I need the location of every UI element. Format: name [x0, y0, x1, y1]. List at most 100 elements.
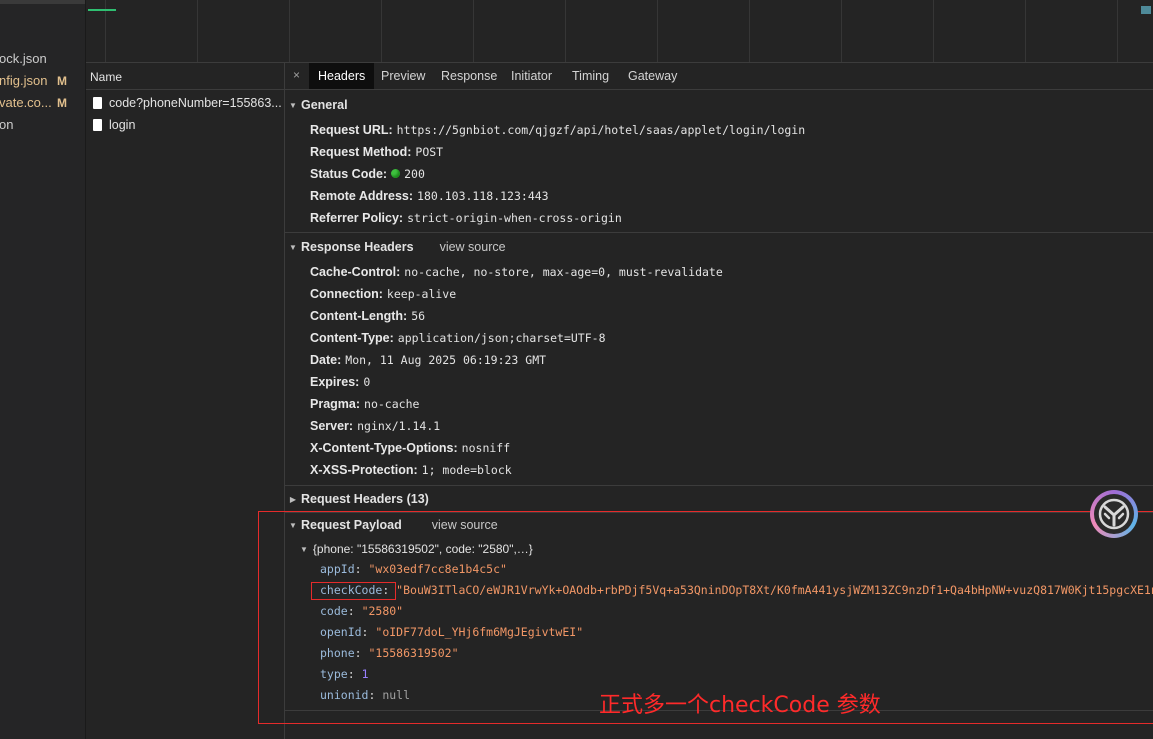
request-row[interactable]: login — [86, 114, 284, 136]
response-header-row: X-XSS-Protection: 1; mode=block — [310, 459, 512, 481]
response-header-row: Cache-Control: no-cache, no-store, max-ag… — [310, 261, 723, 283]
header-value: nginx/1.14.1 — [357, 419, 441, 433]
payload-field: appId: "wx03edf7cc8e1b4c5c" — [320, 562, 507, 576]
general-section-header[interactable]: ▼ General — [285, 94, 1153, 116]
response-header-row: Pragma: no-cache — [310, 393, 419, 415]
header-key: Connection: — [310, 287, 383, 301]
response-headers-section-header[interactable]: ▼ Response Headers view source — [285, 236, 1153, 258]
payload-key: phone — [320, 646, 355, 660]
payload-value: "wx03edf7cc8e1b4c5c" — [368, 562, 507, 576]
header-key: Request Method: — [310, 145, 412, 159]
header-key: Referrer Policy: — [310, 211, 404, 225]
collapse-triangle-icon: ▼ — [289, 521, 297, 530]
tab-headers[interactable]: Headers — [309, 63, 375, 89]
payload-value: 1 — [361, 667, 369, 681]
section-divider — [285, 232, 1153, 233]
general-row: Status Code: 200 — [310, 163, 425, 185]
document-icon — [93, 97, 102, 109]
tab-timing[interactable]: Timing — [563, 63, 618, 89]
collapse-triangle-icon: ▼ — [300, 545, 308, 554]
request-row[interactable]: code?phoneNumber=155863... — [86, 92, 284, 114]
header-value: keep-alive — [386, 287, 457, 301]
payload-value: "2580" — [361, 604, 404, 618]
annotation-note: 正式多一个checkCode 参数 — [599, 693, 881, 718]
app-logo-icon[interactable] — [1090, 490, 1138, 538]
payload-key: appId — [320, 562, 355, 576]
tab-initiator[interactable]: Initiator — [502, 63, 561, 89]
payload-field: phone: "15586319502" — [320, 646, 459, 660]
general-row: Request URL: https://5gnbiot.com/qjgzf/ap… — [310, 119, 805, 141]
payload-key: unionid — [320, 688, 369, 702]
expand-triangle-icon: ▶ — [289, 495, 297, 504]
response-header-row: X-Content-Type-Options: nosniff — [310, 437, 510, 459]
payload-summary-text: {phone: "15586319502", code: "2580",…} — [312, 542, 533, 556]
view-source-link[interactable]: view source — [432, 518, 498, 532]
header-value: 180.103.118.123:443 — [417, 189, 549, 203]
header-key: Content-Length: — [310, 309, 408, 323]
file-item[interactable]: ock.json — [0, 49, 84, 69]
response-header-row: Content-Length: 56 — [310, 305, 425, 327]
header-value: application/json;charset=UTF-8 — [397, 331, 606, 345]
payload-field: unionid: null — [320, 688, 411, 702]
section-title: Request Payload — [301, 518, 402, 532]
payload-value: "15586319502" — [368, 646, 459, 660]
response-header-row: Date: Mon, 11 Aug 2025 06:19:23 GMT — [310, 349, 546, 371]
response-header-row: Content-Type: application/json;charset=UT… — [310, 327, 606, 349]
header-value: Mon, 11 Aug 2025 06:19:23 GMT — [345, 353, 547, 367]
file-item[interactable]: nfig.json M — [0, 71, 84, 91]
request-headers-section-header[interactable]: ▶ Request Headers (13) — [285, 488, 1153, 510]
file-label: ock.json — [0, 51, 47, 66]
header-value: 200 — [404, 167, 425, 181]
details-tab-bar: × Headers Preview Response Initiator Tim… — [285, 63, 1153, 90]
header-value: 1; mode=block — [421, 463, 512, 477]
header-value: nosniff — [461, 441, 511, 455]
file-explorer: ock.json nfig.json M vate.co... M on — [0, 0, 86, 739]
timeline-marker — [1141, 6, 1151, 14]
payload-field: openId: "oIDF77doL_YHj6fm6MgJEgivtwEI" — [320, 625, 584, 639]
header-value: 56 — [411, 309, 426, 323]
payload-key: code — [320, 604, 348, 618]
payload-value: "BouW3ITlaCO/eWJR1VrwYk+OAOdb+rbPDjf5Vq+… — [396, 583, 1153, 597]
header-value: strict-origin-when-cross-origin — [407, 211, 622, 225]
payload-field: checkCode: "BouW3ITlaCO/eWJR1VrwYk+OAOdb… — [320, 580, 1153, 601]
payload-value: null — [382, 688, 411, 702]
collapse-triangle-icon: ▼ — [289, 243, 297, 252]
general-row: Referrer Policy: strict-origin-when-cross… — [310, 207, 622, 229]
response-header-row: Expires: 0 — [310, 371, 370, 393]
tab-gateway[interactable]: Gateway — [619, 63, 686, 89]
file-item[interactable]: on — [0, 115, 84, 135]
view-source-link[interactable]: view source — [440, 240, 506, 254]
header-value: POST — [415, 145, 444, 159]
header-key: Expires: — [310, 375, 360, 389]
network-timeline-overview[interactable] — [86, 0, 1153, 63]
name-column-header[interactable]: Name — [86, 63, 284, 90]
tab-preview[interactable]: Preview — [372, 63, 434, 89]
file-label: vate.co... — [0, 95, 52, 110]
payload-object-summary[interactable]: ▼ {phone: "15586319502", code: "2580",…} — [300, 539, 533, 559]
general-row: Remote Address: 180.103.118.123:443 — [310, 185, 549, 207]
header-key: X-XSS-Protection: — [310, 463, 418, 477]
payload-field: code: "2580" — [320, 604, 404, 618]
response-header-row: Server: nginx/1.14.1 — [310, 415, 440, 437]
explorer-top-bar — [0, 0, 85, 4]
header-key: Request URL: — [310, 123, 393, 137]
request-name: code?phoneNumber=155863... — [109, 96, 282, 110]
header-key: Date: — [310, 353, 342, 367]
close-icon[interactable]: × — [293, 68, 300, 82]
request-payload-section-header[interactable]: ▼ Request Payload view source — [285, 514, 1153, 536]
logo-inner — [1094, 494, 1134, 534]
file-item[interactable]: vate.co... M — [0, 93, 84, 113]
response-header-row: Connection: keep-alive — [310, 283, 456, 305]
header-value: 0 — [363, 375, 371, 389]
header-key: Status Code: — [310, 167, 388, 181]
section-title: Request Headers (13) — [301, 492, 429, 506]
section-title: Response Headers — [301, 240, 414, 254]
header-value: no-cache — [364, 397, 420, 411]
header-key: X-Content-Type-Options: — [310, 441, 458, 455]
timeline-request-bar — [88, 9, 116, 11]
section-divider — [285, 512, 1153, 513]
tab-response[interactable]: Response — [432, 63, 506, 89]
request-name: login — [109, 118, 136, 132]
collapse-triangle-icon: ▼ — [289, 101, 297, 110]
request-list: Name code?phoneNumber=155863... login — [86, 63, 285, 739]
